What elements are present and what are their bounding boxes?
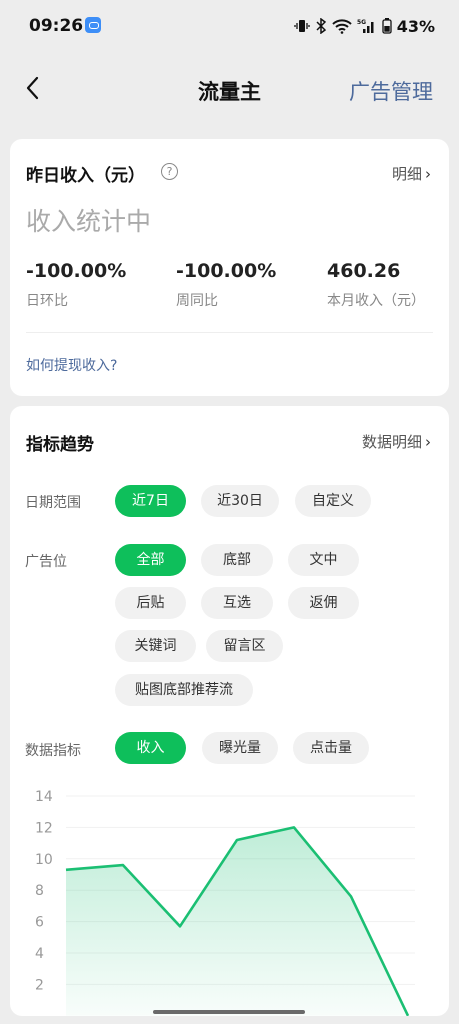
metric-label: 数据指标: [25, 743, 81, 759]
ad-chip-rebate[interactable]: 返佣: [288, 587, 359, 619]
income-detail-link[interactable]: 明细 ›: [392, 163, 431, 184]
income-detail-label: 明细: [391, 165, 422, 183]
date-chip-30d[interactable]: 近30日: [201, 485, 279, 517]
trend-card: 指标趋势 数据明细 › 日期范围 近7日 近30日 自定义 广告位 全部 底部 文…: [10, 406, 449, 1016]
ad-slot-label: 广告位: [25, 554, 67, 570]
metric-chip-income[interactable]: 收入: [115, 732, 186, 764]
withdraw-help-link[interactable]: 如何提现收入?: [26, 355, 117, 375]
date-chip-custom[interactable]: 自定义: [295, 485, 371, 517]
back-icon[interactable]: [22, 74, 44, 102]
chevron-right-icon: ›: [425, 165, 431, 183]
ad-chip-sticker-feed[interactable]: 贴图底部推荐流: [115, 674, 253, 706]
svg-text:5G: 5G: [357, 19, 366, 26]
stat-value: -100.00%: [26, 260, 127, 282]
stat-month-income: 460.26 本月收入（元）: [327, 260, 425, 310]
5g-signal-icon: 5G: [357, 19, 374, 33]
ad-chip-in-article[interactable]: 文中: [288, 544, 359, 576]
y-tick-label: 14: [35, 789, 53, 805]
y-tick-label: 8: [35, 883, 44, 899]
series-area: [66, 827, 408, 1016]
stat-value: 460.26: [327, 260, 401, 282]
stat-value: -100.00%: [176, 260, 277, 282]
stat-label: 本月收入（元）: [327, 293, 425, 309]
nav-bar: 流量主 广告管理: [0, 60, 459, 116]
income-card-title: 昨日收入（元）: [26, 166, 145, 186]
battery-percent: 43%: [396, 16, 435, 36]
stat-day-over-day: -100.00% 日环比: [26, 260, 126, 310]
clock: 09:26: [29, 16, 84, 36]
ad-chip-post-roll[interactable]: 后贴: [115, 587, 186, 619]
divider: [26, 332, 433, 333]
stat-week-over-week: -100.00% 周同比: [176, 260, 276, 310]
data-detail-label: 数据明细: [361, 433, 422, 451]
metric-chip-impressions[interactable]: 曝光量: [202, 732, 278, 764]
ad-chip-keyword[interactable]: 关键词: [115, 630, 196, 662]
bluetooth-icon: [316, 18, 326, 34]
ad-chip-all[interactable]: 全部: [115, 544, 186, 576]
stat-label: 日环比: [26, 293, 68, 309]
y-tick-label: 2: [35, 977, 44, 993]
ad-management-link[interactable]: 广告管理: [349, 76, 433, 106]
date-chip-7d[interactable]: 近7日: [115, 485, 186, 517]
income-trend-chart: 14 12 10 8 6 4 2: [35, 789, 415, 1016]
data-detail-link[interactable]: 数据明细 ›: [362, 431, 431, 452]
income-status-text: 收入统计中: [26, 207, 152, 236]
trend-card-title: 指标趋势: [26, 435, 94, 455]
battery-icon: [382, 18, 392, 34]
y-tick-label: 6: [35, 915, 44, 931]
y-tick-label: 4: [35, 946, 44, 962]
ad-chip-mutual[interactable]: 互选: [201, 587, 273, 619]
date-range-label: 日期范围: [25, 495, 81, 511]
home-indicator: [153, 1010, 305, 1014]
wifi-icon: [332, 19, 352, 34]
stat-label: 周同比: [176, 293, 218, 309]
ad-chip-bottom[interactable]: 底部: [201, 544, 273, 576]
help-icon[interactable]: ?: [161, 163, 178, 180]
metric-chip-clicks[interactable]: 点击量: [293, 732, 369, 764]
y-tick-label: 10: [35, 852, 53, 868]
vibrate-icon: [294, 20, 310, 32]
chevron-right-icon: ›: [425, 433, 431, 451]
yesterday-income-card: 昨日收入（元） ? 明细 › 收入统计中 -100.00% 日环比 -100.00…: [10, 139, 449, 396]
system-icons: 5G 43%: [294, 16, 435, 36]
ad-chip-comment[interactable]: 留言区: [206, 630, 283, 662]
app-notification-icon: [85, 17, 101, 33]
status-bar: 09:26 5G 43%: [0, 0, 459, 52]
y-tick-label: 12: [35, 820, 53, 836]
